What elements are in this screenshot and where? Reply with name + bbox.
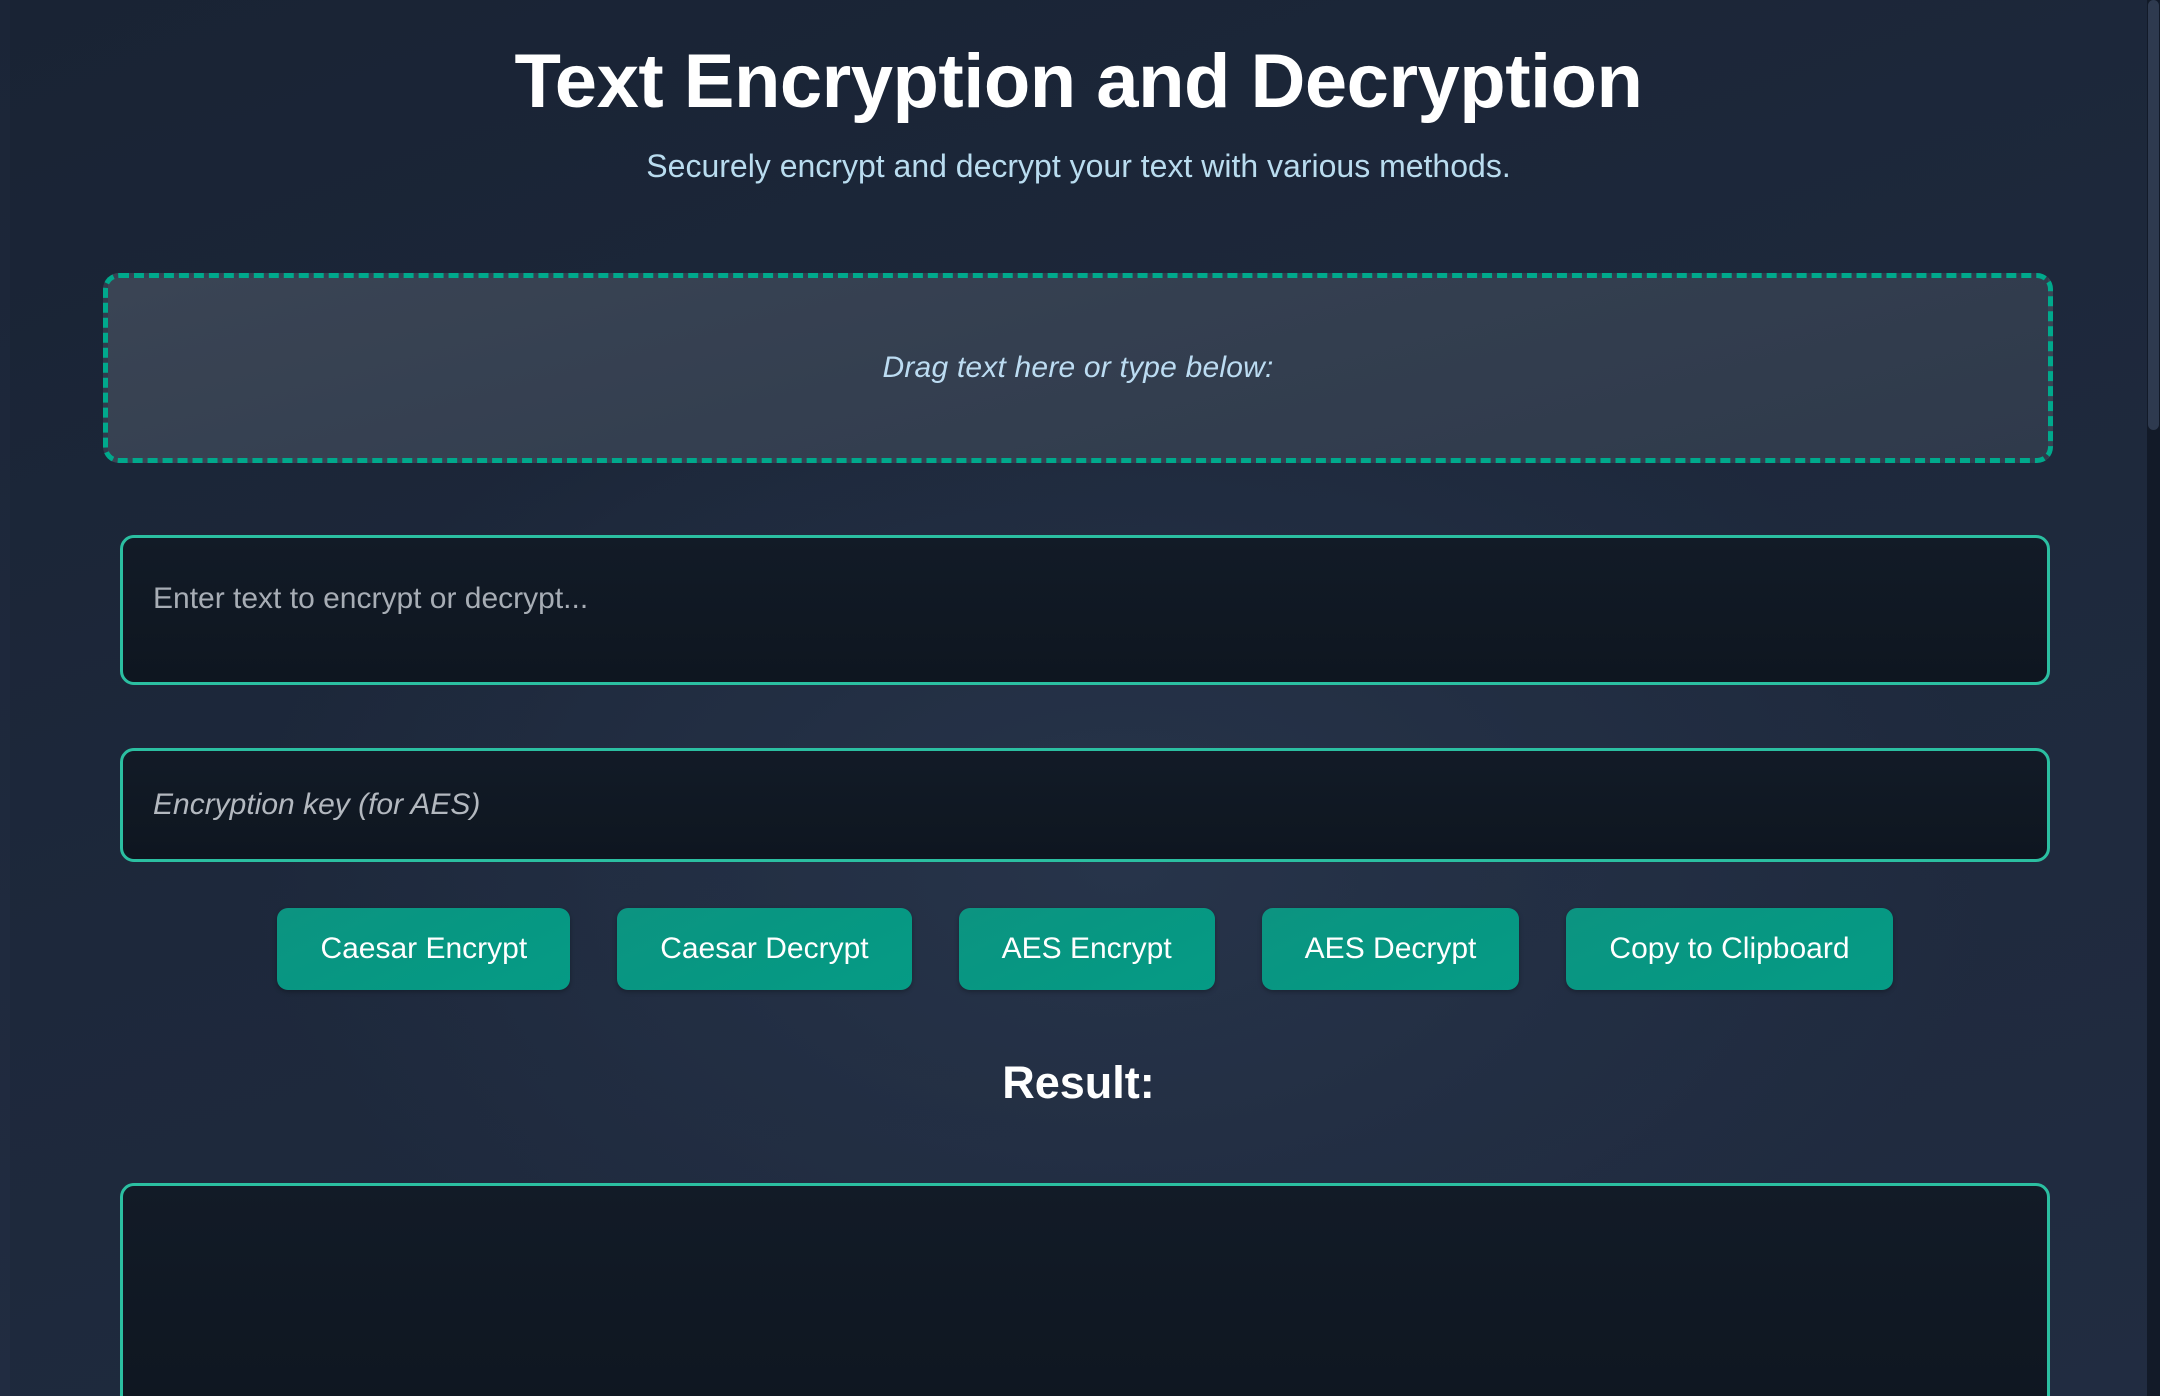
encryption-key-input[interactable]	[123, 751, 2047, 859]
page-subtitle: Securely encrypt and decrypt your text w…	[646, 148, 1511, 185]
aes-encrypt-button[interactable]: AES Encrypt	[958, 908, 1215, 990]
text-drop-zone[interactable]: Drag text here or type below:	[103, 273, 2053, 463]
caesar-decrypt-button[interactable]: Caesar Decrypt	[617, 908, 912, 990]
page-left-gutter	[0, 0, 10, 1396]
result-output-container[interactable]	[120, 1183, 2050, 1396]
scrollbar-thumb[interactable]	[2148, 0, 2159, 430]
drop-zone-label: Drag text here or type below:	[882, 351, 1274, 384]
result-output[interactable]	[123, 1186, 2047, 1396]
app-window: Text Encryption and Decryption Securely …	[0, 0, 2160, 1396]
text-input-container[interactable]	[120, 535, 2050, 685]
vertical-scrollbar[interactable]	[2147, 0, 2160, 1396]
main-content: Text Encryption and Decryption Securely …	[10, 0, 2147, 1396]
encryption-key-container[interactable]	[120, 748, 2050, 862]
text-input[interactable]	[123, 538, 2047, 682]
aes-decrypt-button[interactable]: AES Decrypt	[1261, 908, 1520, 990]
copy-to-clipboard-button[interactable]: Copy to Clipboard	[1566, 908, 1893, 990]
action-button-row: Caesar Encrypt Caesar Decrypt AES Encryp…	[120, 908, 2050, 1008]
page-title: Text Encryption and Decryption	[514, 39, 1643, 124]
result-heading: Result:	[1002, 1057, 1155, 1108]
caesar-encrypt-button[interactable]: Caesar Encrypt	[277, 908, 571, 990]
